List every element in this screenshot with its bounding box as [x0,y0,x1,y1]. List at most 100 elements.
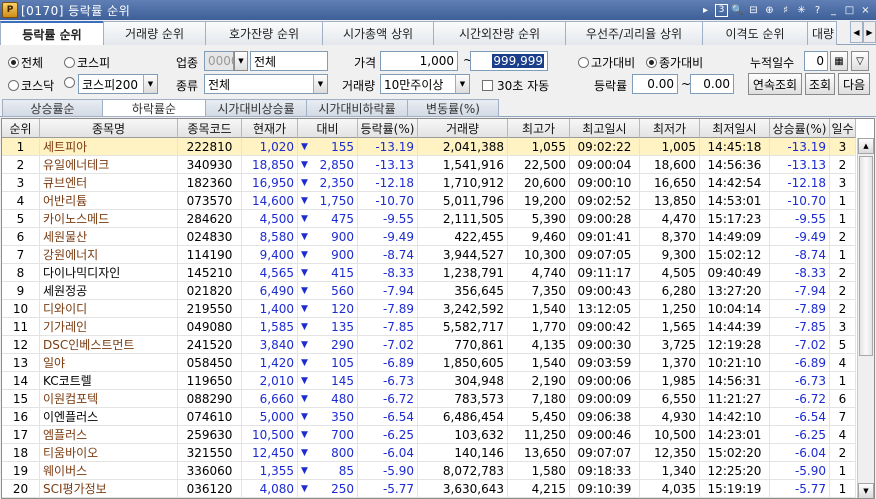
menu-arrow-icon[interactable]: ▸ [699,4,712,17]
subtab-volatility[interactable]: 변동률(%) [407,99,499,117]
cell-name[interactable]: 엠플러스 [40,426,178,443]
tab-market-cap-top[interactable]: 시가총액 상위 [322,21,434,45]
table-row[interactable]: 16 이엔플러스 074610 5,000 ▼ 350 -6.54 6,486,454 5,45… [2,408,856,426]
subtab-rise-rate[interactable]: 상승률순 [2,99,103,117]
tab-after-hours-rank[interactable]: 시간외잔량 순위 [433,21,566,45]
cell-name[interactable]: 웨이버스 [40,462,178,479]
table-row[interactable]: 14 KC코트렐 119650 2,010 ▼ 145 -6.73 304,948 2,190 0… [2,372,856,390]
header-code[interactable]: 종목코드 [178,119,242,138]
tab-volume-rank[interactable]: 거래량 순위 [103,21,206,45]
chevron-down-icon[interactable]: ▼ [455,75,469,93]
chevron-down-icon[interactable]: ▼ [313,75,327,93]
help-icon[interactable]: ? [811,4,824,17]
tab-rise-fall-rank[interactable]: 등락률 순위 [0,21,104,45]
tab-scroll-left-icon[interactable]: ◀ [850,21,863,43]
link-number-icon[interactable]: 3 [715,3,728,17]
table-row[interactable]: 17 엠플러스 259630 10,500 ▼ 700 -6.25 103,632 11,250… [2,426,856,444]
table-row[interactable]: 1 세트피아 222810 1,020 ▼ 155 -13.19 2,041,388 1,055… [2,138,856,156]
header-change[interactable]: 대비 [298,119,358,138]
table-row[interactable]: 15 이원컴포텍 088290 6,660 ▼ 480 -6.72 783,573 7,180 0… [2,390,856,408]
header-rate[interactable]: 등락률(%) [358,119,418,138]
cell-name[interactable]: 세원정공 [40,282,178,299]
tab-disparity-rank[interactable]: 이격도 순위 [702,21,808,45]
subtab-open-fall[interactable]: 시가대비하락률 [306,99,408,117]
range-to-input[interactable]: 0.00 [690,74,734,94]
table-row[interactable]: 7 강원에너지 114190 9,400 ▼ 900 -8.74 3,944,527 10,30… [2,246,856,264]
header-rise[interactable]: 상승률(%) [770,119,830,138]
table-row[interactable]: 18 티움바이오 321550 12,450 ▼ 800 -6.04 140,146 13,65… [2,444,856,462]
tab-bulk[interactable]: 대량 [807,21,837,45]
close-icon[interactable]: × [859,4,872,17]
cell-name[interactable]: 유일에너테크 [40,156,178,173]
tab-order-book-rank[interactable]: 호가잔량 순위 [205,21,323,45]
zoom-out-icon[interactable]: ⊟ [747,4,760,17]
header-low[interactable]: 최저가 [640,119,700,138]
maximize-icon[interactable]: □ [843,4,856,17]
basis-high-radio[interactable]: 고가대비 [578,54,635,71]
cell-name[interactable]: 카이노스메드 [40,210,178,227]
tab-scroll-right-icon[interactable]: ▶ [863,21,876,43]
header-high-time[interactable]: 최고일시 [570,119,640,138]
sector-dropdown-icon[interactable]: ▼ [234,51,248,71]
table-row[interactable]: 11 기가레인 049080 1,585 ▼ 135 -7.85 5,582,717 1,770… [2,318,856,336]
cell-name[interactable]: 세원물산 [40,228,178,245]
settings-icon[interactable]: ✳ [795,4,808,17]
market-all-radio[interactable]: 전체 [8,54,43,71]
sector-code-input[interactable]: 0000 [204,51,239,71]
price-from-input[interactable]: 1,000 [380,51,458,71]
type-select[interactable]: 전체 ▼ [204,74,328,94]
days-input[interactable]: 0 [804,51,828,71]
table-row[interactable]: 12 DSC인베스트먼트 241520 3,840 ▼ 290 -7.02 770,861 4,… [2,336,856,354]
table-row[interactable]: 19 웨이버스 336060 1,355 ▼ 85 -5.90 8,072,783 1,580 0… [2,462,856,480]
header-volume[interactable]: 거래량 [418,119,508,138]
header-high[interactable]: 최고가 [508,119,570,138]
volume-select[interactable]: 10만주이상 ▼ [380,74,470,94]
header-low-time[interactable]: 최저일시 [700,119,770,138]
scroll-down-icon[interactable]: ▼ [858,483,874,498]
price-to-input[interactable]: 999,999 [470,51,548,71]
vertical-scrollbar[interactable]: ▲ ▼ [857,138,874,498]
table-row[interactable]: 5 카이노스메드 284620 4,500 ▼ 475 -9.55 2,111,505 5,39… [2,210,856,228]
header-price[interactable]: 현재가 [242,119,298,138]
scroll-up-icon[interactable]: ▲ [858,138,874,154]
table-row[interactable]: 4 어반리튬 073570 14,600 ▼ 1,750 -10.70 5,011,796 19… [2,192,856,210]
cell-name[interactable]: 일야 [40,354,178,371]
continuous-query-button[interactable]: 연속조회 [748,73,802,95]
basis-close-radio[interactable]: 종가대비 [646,54,703,71]
query-button[interactable]: 조회 [805,73,835,95]
cell-name[interactable]: 디와이디 [40,300,178,317]
scroll-thumb[interactable] [859,156,873,356]
chevron-down-icon[interactable]: ▼ [143,75,157,93]
calendar-icon[interactable]: ▦ [830,51,848,71]
cell-name[interactable]: 이원컴포텍 [40,390,178,407]
cell-name[interactable]: KC코트렐 [40,372,178,389]
cell-name[interactable]: 이엔플러스 [40,408,178,425]
sector-name-field[interactable]: 전체 [250,51,328,71]
cell-name[interactable]: 어반리튬 [40,192,178,209]
table-row[interactable]: 13 일야 058450 1,420 ▼ 105 -6.89 1,850,605 1,540 09… [2,354,856,372]
table-row[interactable]: 10 디와이디 219550 1,400 ▼ 120 -7.89 3,242,592 1,540… [2,300,856,318]
cell-name[interactable]: 다이나믹디자인 [40,264,178,281]
index-radio[interactable] [64,77,77,88]
cell-name[interactable]: 강원에너지 [40,246,178,263]
cell-name[interactable]: 기가레인 [40,318,178,335]
header-name[interactable]: 종목명 [40,119,178,138]
subtab-fall-rate[interactable]: 하락률순 [102,99,206,117]
cell-name[interactable]: 세트피아 [40,138,178,155]
cell-name[interactable]: SCI평가정보 [40,480,178,497]
cell-name[interactable]: DSC인베스트먼트 [40,336,178,353]
auto-refresh-checkbox[interactable]: 30초 자동 [482,77,549,94]
zoom-in-icon[interactable]: ⊕ [763,4,776,17]
market-kospi-radio[interactable]: 코스피 [64,54,110,71]
table-row[interactable]: 2 유일에너테크 340930 18,850 ▼ 2,850 -13.13 1,541,916… [2,156,856,174]
index-select[interactable]: 코스피200 ▼ [78,74,158,94]
filter-icon[interactable]: ▽ [851,51,869,71]
header-days[interactable]: 일수 [830,119,856,138]
table-row[interactable]: 8 다이나믹디자인 145210 4,565 ▼ 415 -8.33 1,238,791 4,7… [2,264,856,282]
header-rank[interactable]: 순위 [2,119,40,138]
table-row[interactable]: 20 SCI평가정보 036120 4,080 ▼ 250 -5.77 3,630,643 4,… [2,480,856,498]
table-row[interactable]: 6 세원물산 024830 8,580 ▼ 900 -9.49 422,455 9,460 09:… [2,228,856,246]
next-button[interactable]: 다음 [838,73,870,95]
cell-name[interactable]: 큐브엔터 [40,174,178,191]
subtab-open-rise[interactable]: 시가대비상승률 [205,99,307,117]
